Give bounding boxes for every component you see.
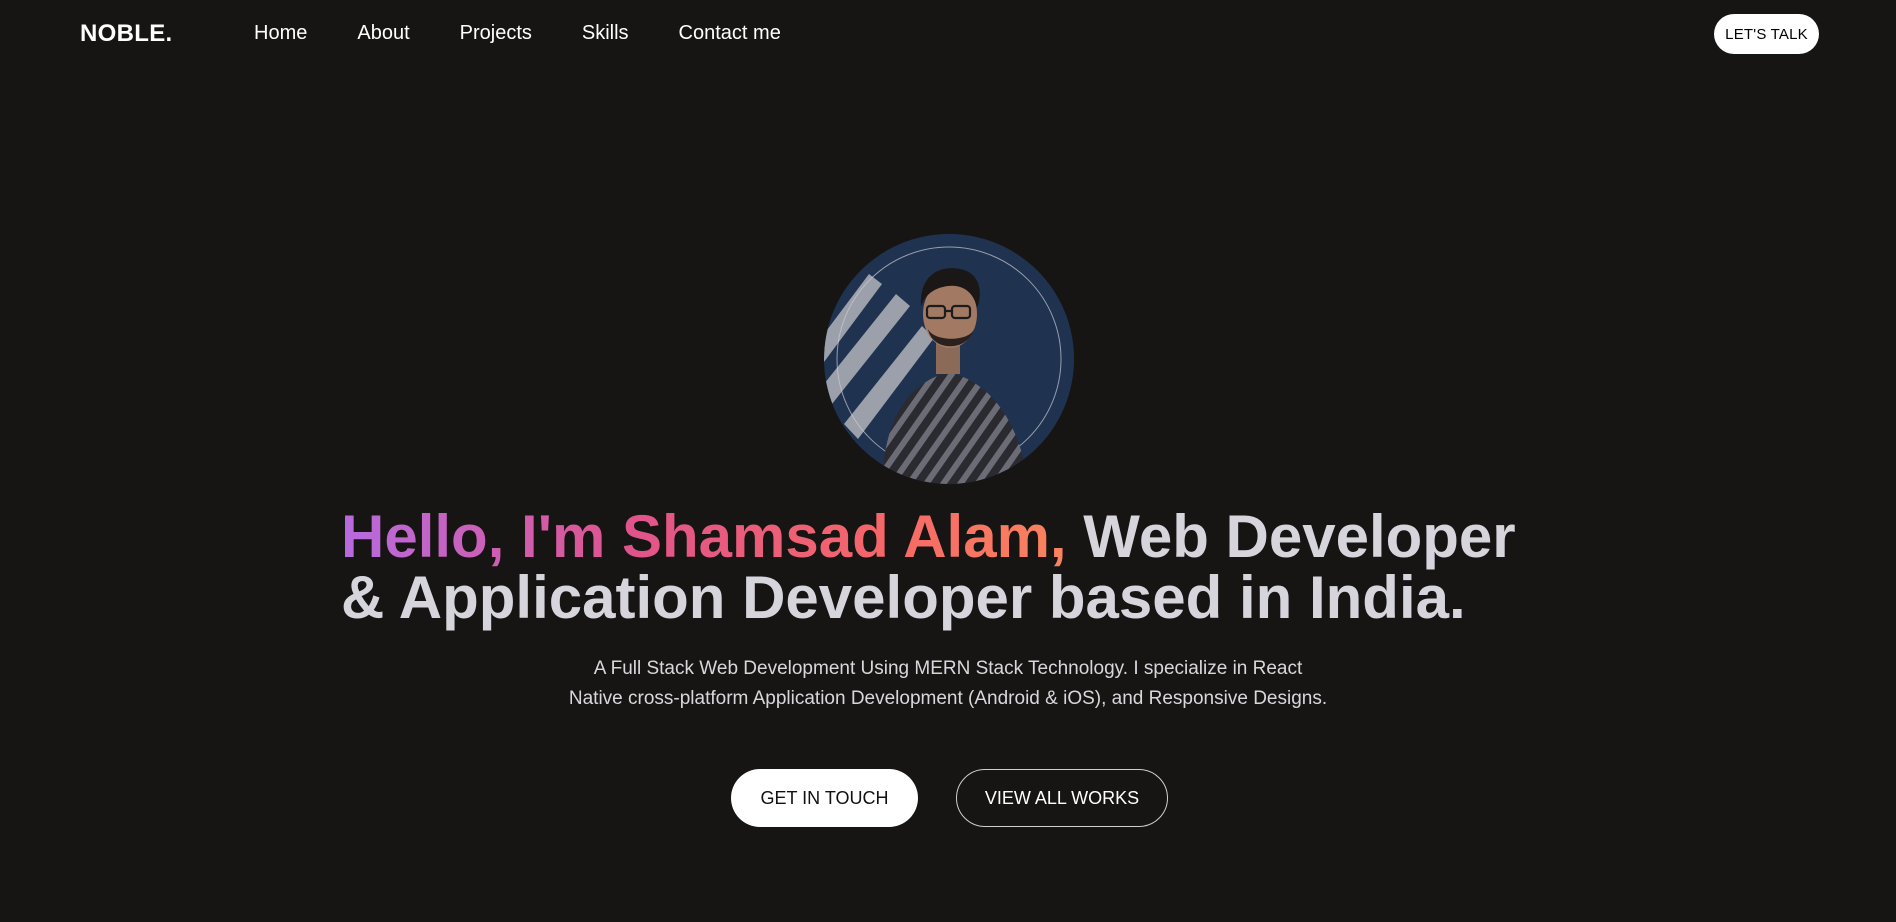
nav-link-about[interactable]: About	[357, 22, 409, 45]
profile-avatar	[824, 234, 1074, 484]
get-in-touch-button[interactable]: GET IN TOUCH	[731, 769, 918, 827]
nav-link-skills[interactable]: Skills	[582, 22, 629, 45]
site-logo[interactable]: NOBLE.	[80, 20, 172, 48]
hero-intro: A Full Stack Web Development Using MERN …	[568, 658, 1328, 709]
top-navbar: NOBLE. Home About Projects Skills Contac…	[0, 0, 1896, 68]
nav-link-home[interactable]: Home	[254, 22, 307, 45]
nav-link-projects[interactable]: Projects	[460, 22, 532, 45]
profile-photo-image	[824, 234, 1074, 484]
hero-headline: Hello, I'm Shamsad Alam, Web Developer &…	[341, 506, 1571, 628]
headline-highlight: Hello, I'm Shamsad Alam,	[341, 503, 1067, 570]
lets-talk-button[interactable]: LET'S TALK	[1714, 14, 1819, 54]
view-all-works-button[interactable]: VIEW ALL WORKS	[956, 769, 1168, 827]
portfolio-page: NOBLE. Home About Projects Skills Contac…	[0, 0, 1896, 922]
nav-link-contact[interactable]: Contact me	[679, 22, 781, 45]
nav-links: Home About Projects Skills Contact me	[254, 22, 831, 45]
